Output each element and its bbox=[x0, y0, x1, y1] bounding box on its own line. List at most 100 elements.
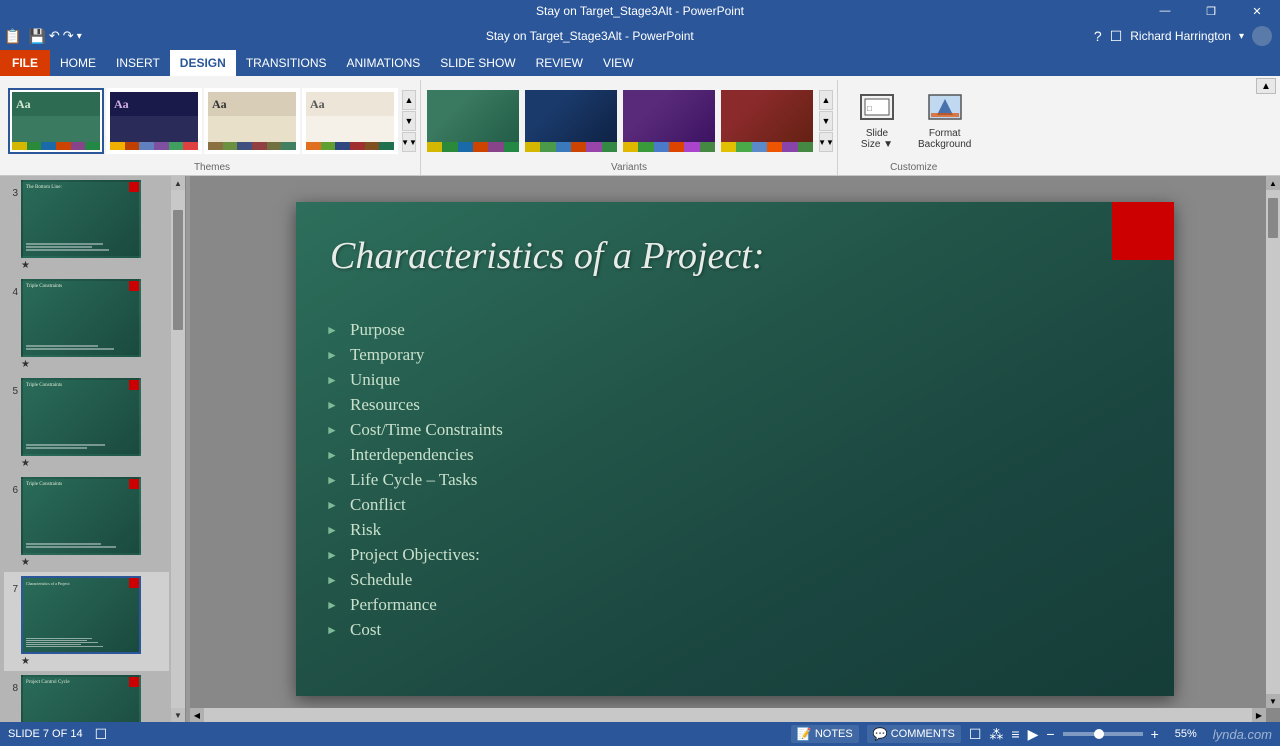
restore-button[interactable]: ❒ bbox=[1188, 0, 1234, 22]
bullet-text-5: Interdependencies bbox=[350, 445, 474, 465]
zoom-plus[interactable]: + bbox=[1151, 726, 1159, 742]
variants-scroll-down[interactable]: ▼ bbox=[819, 111, 833, 131]
slide-thumb-8[interactable]: 8 Project Control Cycle bbox=[4, 671, 169, 722]
slide-thumb-7[interactable]: 7 Characteristics of a Project: ★ bbox=[4, 572, 169, 671]
bullet-text-1: Temporary bbox=[350, 345, 424, 365]
theme-1[interactable]: Aa bbox=[8, 88, 104, 154]
slides-scroll-up[interactable]: ▲ bbox=[171, 176, 185, 190]
slides-scrollbar-thumb[interactable] bbox=[173, 210, 183, 330]
bullet-text-6: Life Cycle – Tasks bbox=[350, 470, 477, 490]
theme-2[interactable]: Aa bbox=[106, 88, 202, 154]
customize-label: Customize bbox=[890, 160, 937, 175]
bullet-text-8: Risk bbox=[350, 520, 381, 540]
bullet-5: ► Interdependencies bbox=[326, 445, 1144, 465]
notes-button[interactable]: 📝 NOTES bbox=[791, 725, 859, 743]
comments-label: COMMENTS bbox=[891, 728, 955, 740]
slide-size-icon: □ bbox=[859, 93, 895, 126]
design-tab[interactable]: DESIGN bbox=[170, 50, 236, 76]
variant-1[interactable] bbox=[425, 88, 521, 154]
slide-thumb-5[interactable]: 5 Triple Constraints ★ bbox=[4, 374, 169, 473]
window-title: Stay on Target_Stage3Alt - PowerPoint bbox=[536, 4, 744, 18]
transitions-tab[interactable]: TRANSITIONS bbox=[236, 50, 337, 76]
variants-scroll-up[interactable]: ▲ bbox=[819, 90, 833, 110]
variant-4[interactable] bbox=[719, 88, 815, 154]
bullet-1: ► Temporary bbox=[326, 345, 1144, 365]
variant-3[interactable] bbox=[621, 88, 717, 154]
slide-thumb-6[interactable]: 6 Triple Constraints ★ bbox=[4, 473, 169, 572]
zoom-minus[interactable]: − bbox=[1046, 726, 1054, 742]
home-tab[interactable]: HOME bbox=[50, 50, 106, 76]
bullet-9: ► Project Objectives: bbox=[326, 545, 1144, 565]
help-icon[interactable]: ? bbox=[1094, 28, 1102, 44]
slide-num-6: 6 bbox=[6, 477, 18, 496]
slide-canvas[interactable]: Characteristics of a Project: ► Purpose … bbox=[296, 202, 1174, 696]
save-button[interactable]: 💾 bbox=[28, 28, 45, 45]
canvas-vscroll[interactable]: ▲ ▼ bbox=[1266, 176, 1280, 708]
variants-more[interactable]: ▼▼ bbox=[819, 132, 833, 152]
comments-icon: 💬 bbox=[873, 727, 888, 741]
theme-4[interactable]: Aa bbox=[302, 88, 398, 154]
slide-thumb-3[interactable]: 3 The Bottom Line: ★ bbox=[4, 176, 169, 275]
comments-button[interactable]: 💬 COMMENTS bbox=[867, 725, 961, 743]
bullet-2: ► Unique bbox=[326, 370, 1144, 390]
variants-label: Variants bbox=[425, 160, 833, 175]
view-tab[interactable]: VIEW bbox=[593, 50, 644, 76]
view-reading-icon[interactable]: ≡ bbox=[1011, 726, 1019, 742]
bullet-text-11: Performance bbox=[350, 595, 437, 615]
bullet-arrow-2: ► bbox=[326, 373, 340, 388]
bullet-8: ► Risk bbox=[326, 520, 1144, 540]
review-tab[interactable]: REVIEW bbox=[526, 50, 593, 76]
bullet-arrow-3: ► bbox=[326, 398, 340, 413]
star-6: ★ bbox=[21, 557, 30, 568]
zoom-level[interactable]: 55% bbox=[1167, 728, 1197, 740]
bullet-text-2: Unique bbox=[350, 370, 400, 390]
slide-thumb-4[interactable]: 4 Triple Constraints ★ bbox=[4, 275, 169, 374]
file-tab[interactable]: FILE bbox=[0, 50, 50, 76]
themes-label: Themes bbox=[8, 160, 416, 175]
insert-tab[interactable]: INSERT bbox=[106, 50, 170, 76]
slide-title: Characteristics of a Project: bbox=[330, 234, 764, 278]
bullet-arrow-0: ► bbox=[326, 323, 340, 338]
close-button[interactable]: ✕ bbox=[1234, 0, 1280, 22]
themes-more[interactable]: ▼▼ bbox=[402, 132, 416, 152]
redo-button[interactable]: ↷ bbox=[63, 28, 74, 44]
zoom-thumb bbox=[1094, 729, 1104, 739]
view-normal-icon[interactable]: ☐ bbox=[969, 726, 982, 743]
variant-2[interactable] bbox=[523, 88, 619, 154]
bullet-arrow-12: ► bbox=[326, 623, 340, 638]
bullet-12: ► Cost bbox=[326, 620, 1144, 640]
slideshow-tab[interactable]: SLIDE SHOW bbox=[430, 50, 525, 76]
thumb-img-3: The Bottom Line: bbox=[21, 180, 141, 258]
themes-scroll-up[interactable]: ▲ bbox=[402, 90, 416, 110]
view-slide-sorter-icon[interactable]: ⁂ bbox=[989, 726, 1003, 743]
canvas-vscroll-up[interactable]: ▲ bbox=[1266, 176, 1280, 190]
slide-size-button[interactable]: □ SlideSize ▼ bbox=[850, 89, 904, 154]
user-dropdown[interactable]: ▾ bbox=[1239, 31, 1244, 42]
canvas-vscroll-thumb[interactable] bbox=[1268, 198, 1278, 238]
qa-dropdown[interactable]: ▾ bbox=[77, 31, 82, 42]
status-bar: SLIDE 7 OF 14 ☐ 📝 NOTES 💬 COMMENTS ☐ ⁂ ≡… bbox=[0, 722, 1280, 746]
zoom-slider[interactable] bbox=[1063, 732, 1143, 736]
notes-label: NOTES bbox=[815, 728, 853, 740]
format-background-button[interactable]: FormatBackground bbox=[912, 89, 977, 154]
star-3: ★ bbox=[21, 260, 30, 271]
lynda-logo: lynda.com bbox=[1213, 727, 1272, 742]
bullet-arrow-4: ► bbox=[326, 423, 340, 438]
undo-button[interactable]: ↶ bbox=[49, 28, 60, 44]
minimize-button[interactable]: — bbox=[1142, 0, 1188, 22]
bullet-text-9: Project Objectives: bbox=[350, 545, 480, 565]
thumb-img-5: Triple Constraints bbox=[21, 378, 141, 456]
themes-scroll-down[interactable]: ▼ bbox=[402, 111, 416, 131]
bullet-arrow-10: ► bbox=[326, 573, 340, 588]
animations-tab[interactable]: ANIMATIONS bbox=[336, 50, 430, 76]
view-slideshow-icon[interactable]: ▶ bbox=[1028, 726, 1039, 743]
slide-size-label: SlideSize ▼ bbox=[861, 128, 893, 150]
ribbon-collapse-button[interactable]: ▲ bbox=[1256, 78, 1276, 94]
slide-view-icon[interactable]: ☐ bbox=[95, 726, 108, 743]
theme-3[interactable]: Aa bbox=[204, 88, 300, 154]
ribbon-display-icon[interactable]: ☐ bbox=[1110, 28, 1123, 45]
bullet-10: ► Schedule bbox=[326, 570, 1144, 590]
canvas-vscroll-down[interactable]: ▼ bbox=[1266, 694, 1280, 708]
star-4: ★ bbox=[21, 359, 30, 370]
slide-num-7: 7 bbox=[6, 576, 18, 595]
